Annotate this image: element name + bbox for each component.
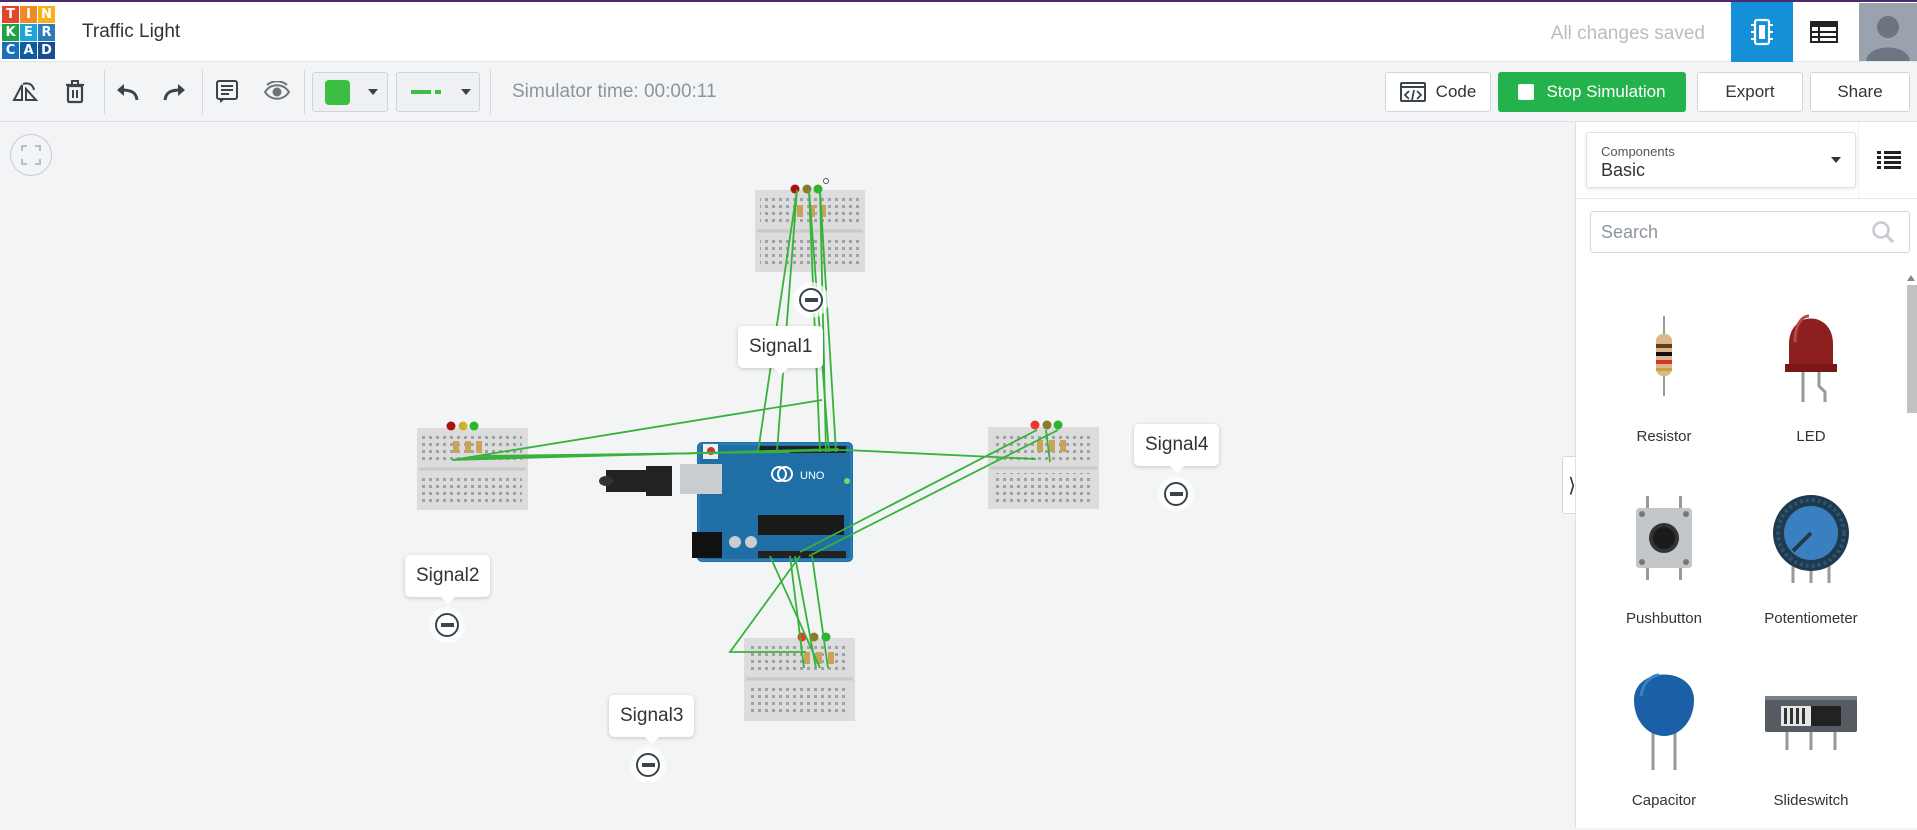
signal3-collapse-button[interactable] — [634, 751, 662, 779]
chevron-down-icon — [461, 89, 471, 95]
component-name: Capacitor — [1631, 792, 1697, 809]
user-icon — [1866, 16, 1910, 61]
delete-button[interactable] — [52, 62, 98, 122]
logo-letter: K — [2, 24, 19, 41]
list-view-toggle[interactable] — [1858, 122, 1917, 198]
share-button[interactable]: Share — [1810, 72, 1910, 112]
minus-circle-icon — [799, 288, 823, 312]
capacitor-icon — [1634, 673, 1694, 770]
component-resistor[interactable]: Resistor — [1591, 296, 1737, 466]
minus-circle-icon — [636, 753, 660, 777]
component-potentiometer[interactable]: Potentiometer — [1738, 478, 1884, 648]
components-search-input[interactable] — [1590, 211, 1910, 253]
code-icon — [1399, 82, 1426, 102]
pushbutton-icon — [1636, 496, 1692, 580]
code-button[interactable]: Code — [1385, 72, 1491, 112]
table-icon — [1810, 21, 1838, 43]
components-category-value: Basic — [1601, 160, 1646, 180]
rotate-button[interactable] — [2, 62, 48, 122]
project-title[interactable]: Traffic Light — [82, 21, 180, 43]
minus-circle-icon — [1164, 482, 1188, 506]
logo-letter: A — [20, 42, 37, 59]
visibility-button[interactable] — [254, 62, 300, 122]
component-slideswitch[interactable]: Slideswitch — [1738, 660, 1884, 830]
top-bar: TIN KER CAD Traffic Light All changes save… — [0, 0, 1917, 62]
breadboard-left[interactable] — [417, 428, 528, 510]
signal1-label[interactable]: Signal1 — [738, 326, 824, 375]
wire-type-picker[interactable] — [396, 72, 480, 112]
notes-icon — [216, 80, 238, 103]
arduino-model-label: UNO — [800, 470, 825, 482]
component-name: Pushbutton — [1626, 610, 1702, 627]
component-name: LED — [1796, 428, 1826, 445]
redo-icon — [163, 84, 185, 101]
color-picker[interactable] — [312, 72, 388, 112]
component-pushbutton[interactable]: Pushbutton — [1591, 478, 1737, 648]
components-scrollbar[interactable] — [1904, 275, 1917, 828]
led-icon — [1785, 314, 1837, 402]
color-swatch — [325, 79, 350, 105]
signal4-collapse-button[interactable] — [1162, 480, 1190, 508]
notes-button[interactable] — [204, 62, 250, 122]
logo-letter: N — [38, 6, 55, 23]
logo-letter: T — [2, 6, 19, 23]
chevron-down-icon — [1831, 157, 1841, 163]
component-led[interactable]: LED — [1738, 296, 1884, 466]
wire-style-icon — [411, 90, 441, 94]
redo-button[interactable] — [152, 62, 198, 122]
logo-letter: C — [2, 42, 19, 59]
components-category-label: Components — [1601, 144, 1675, 159]
circuit-view-button[interactable] — [1731, 2, 1793, 62]
circuit-diagram[interactable]: UNO — [0, 122, 1575, 828]
logo-letter: D — [38, 42, 55, 59]
minus-circle-icon — [435, 613, 459, 637]
slideswitch-icon — [1765, 696, 1857, 750]
signal2-label[interactable]: Signal2 — [405, 555, 491, 604]
logo-letter: R — [38, 24, 55, 41]
chip-icon — [1751, 18, 1773, 46]
undo-icon — [117, 84, 139, 101]
code-button-label: Code — [1435, 82, 1477, 101]
component-capacitor[interactable]: Capacitor — [1591, 660, 1737, 830]
undo-button[interactable] — [104, 62, 150, 122]
signal1-collapse-button[interactable] — [797, 286, 825, 314]
potentiometer-icon — [1773, 495, 1849, 583]
scrollbar-thumb[interactable] — [1907, 285, 1917, 413]
trash-icon — [66, 80, 84, 104]
signal2-collapse-button[interactable] — [433, 611, 461, 639]
components-category-select[interactable]: Components Basic — [1586, 132, 1856, 188]
stop-icon — [1518, 84, 1535, 100]
editor-toolbar: Simulator time: 00:00:11 Code Stop Simul… — [0, 62, 1917, 122]
eye-icon — [263, 81, 291, 100]
resistor-icon — [1656, 316, 1672, 396]
save-status: All changes saved — [1550, 23, 1705, 44]
chevron-down-icon — [368, 89, 378, 95]
logo-letter: E — [20, 24, 37, 41]
component-list-view-button[interactable] — [1793, 2, 1855, 62]
component-name: Slideswitch — [1773, 792, 1849, 809]
user-avatar[interactable] — [1859, 3, 1917, 61]
tinkercad-logo[interactable]: TIN KER CAD — [2, 6, 56, 60]
stop-simulation-label: Stop Simulation — [1546, 82, 1666, 101]
component-name: Resistor — [1636, 428, 1692, 445]
rotate-icon — [12, 82, 39, 101]
export-button[interactable]: Export — [1697, 72, 1803, 112]
list-icon — [1876, 151, 1901, 169]
signal4-label[interactable]: Signal4 — [1134, 424, 1220, 473]
component-name: Potentiometer — [1764, 610, 1858, 627]
signal3-label[interactable]: Signal3 — [609, 695, 695, 744]
simulator-time: Simulator time: 00:00:11 — [512, 81, 717, 102]
circuit-canvas[interactable]: UNO Signal1 Signal2 Signal3 Signal4 — [0, 122, 1575, 828]
search-icon[interactable] — [1871, 220, 1895, 244]
stop-simulation-button[interactable]: Stop Simulation — [1498, 72, 1686, 112]
logo-letter: I — [20, 6, 37, 23]
breadboard-bottom[interactable] — [744, 638, 855, 721]
components-panel: Components Basic Resistor LED Pushbutton… — [1575, 122, 1917, 828]
breadboard-right[interactable] — [988, 427, 1099, 509]
